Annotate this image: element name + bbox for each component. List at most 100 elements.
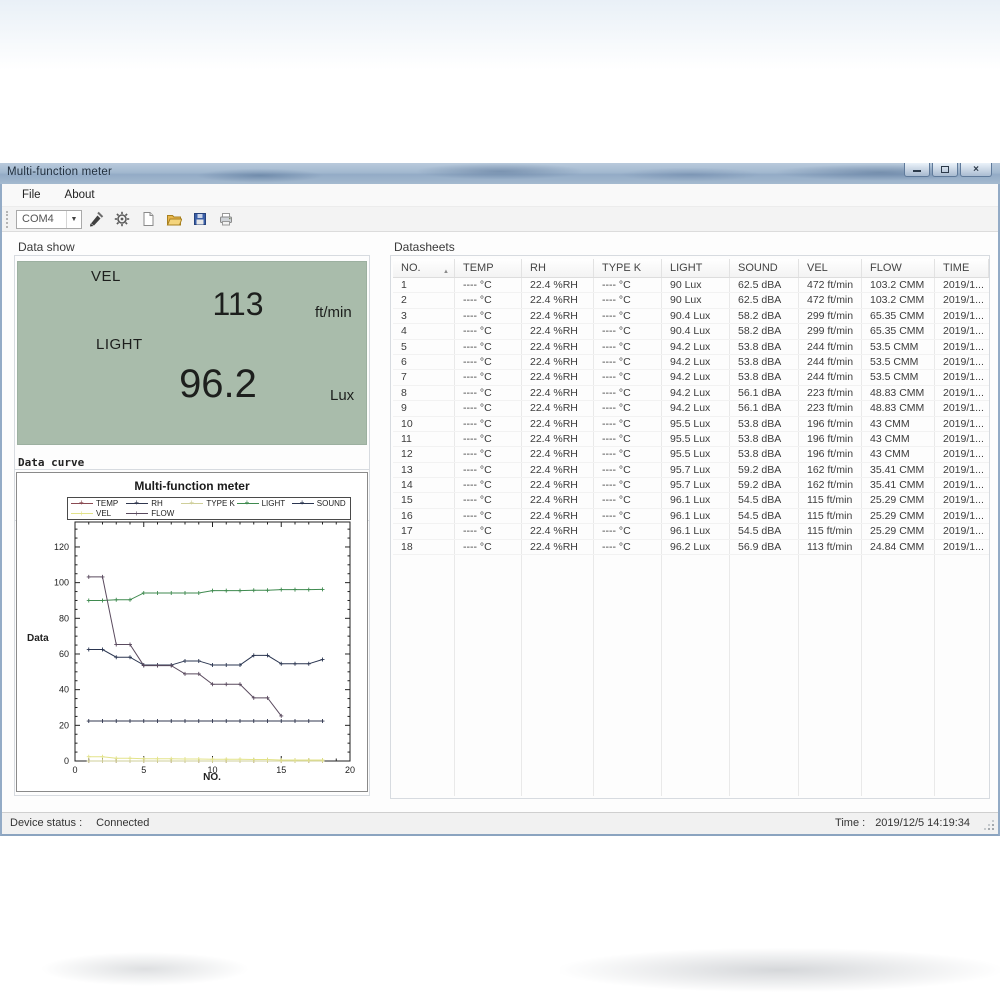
table-cell: ---- °C <box>594 309 662 323</box>
toolbar-grip[interactable] <box>6 211 10 228</box>
svg-text:20: 20 <box>59 720 69 730</box>
chart-plot: 05101520020406080100120 <box>17 473 369 793</box>
window-title: Multi-function meter <box>7 166 112 178</box>
table-row[interactable]: 11---- °C22.4 %RH---- °C95.5 Lux53.8 dBA… <box>393 432 989 447</box>
table-cell: 25.29 CMM <box>862 524 935 538</box>
table-row[interactable]: 2---- °C22.4 %RH---- °C90 Lux62.5 dBA472… <box>393 293 989 308</box>
table-cell: 16 <box>393 509 455 523</box>
table-cell: 53.8 dBA <box>730 355 799 369</box>
table-cell: ---- °C <box>455 463 522 477</box>
svg-text:15: 15 <box>276 765 286 775</box>
table-cell: 162 ft/min <box>799 463 862 477</box>
table-cell: 22.4 %RH <box>522 278 594 292</box>
table-row[interactable]: 3---- °C22.4 %RH---- °C90.4 Lux58.2 dBA2… <box>393 309 989 324</box>
table-row[interactable]: 13---- °C22.4 %RH---- °C95.7 Lux59.2 dBA… <box>393 463 989 478</box>
column-header-time[interactable]: TIME <box>935 259 989 277</box>
table-cell: 96.2 Lux <box>662 540 730 554</box>
time-value: 2019/12/5 14:19:34 <box>875 817 970 829</box>
table-row[interactable]: 18---- °C22.4 %RH---- °C96.2 Lux56.9 dBA… <box>393 540 989 555</box>
table-cell: 95.5 Lux <box>662 417 730 431</box>
plot-frame <box>75 522 350 761</box>
sort-ascending-icon: ▲ <box>443 263 449 277</box>
time-label: Time : <box>835 817 865 829</box>
table-row[interactable]: 7---- °C22.4 %RH---- °C94.2 Lux53.8 dBA2… <box>393 370 989 385</box>
save-button[interactable] <box>188 209 212 230</box>
column-header-temp[interactable]: TEMP <box>455 259 522 277</box>
com-port-select[interactable]: COM4 ▼ <box>16 210 82 229</box>
maximize-button[interactable] <box>932 163 958 177</box>
column-header-no-[interactable]: NO.▲ <box>393 259 455 277</box>
table-cell: 54.5 dBA <box>730 524 799 538</box>
column-header-light[interactable]: LIGHT <box>662 259 730 277</box>
table-row[interactable]: 14---- °C22.4 %RH---- °C95.7 Lux59.2 dBA… <box>393 478 989 493</box>
menu-about[interactable]: About <box>55 186 105 204</box>
menu-file[interactable]: File <box>12 186 51 204</box>
table-cell: 472 ft/min <box>799 293 862 307</box>
legend-item: +RH <box>126 498 181 508</box>
column-header-vel[interactable]: VEL <box>799 259 862 277</box>
table-row[interactable]: 12---- °C22.4 %RH---- °C95.5 Lux53.8 dBA… <box>393 447 989 462</box>
table-cell: ---- °C <box>594 340 662 354</box>
legend-line-sample: + <box>71 513 93 514</box>
table-cell: 53.5 CMM <box>862 340 935 354</box>
table-cell: 96.1 Lux <box>662 524 730 538</box>
legend-line-sample: + <box>237 503 259 504</box>
svg-text:120: 120 <box>54 542 69 552</box>
table-cell: 35.41 CMM <box>862 478 935 492</box>
settings-button[interactable] <box>110 209 134 230</box>
table-row[interactable]: 4---- °C22.4 %RH---- °C90.4 Lux58.2 dBA2… <box>393 324 989 339</box>
minimize-button[interactable] <box>904 163 930 177</box>
table-cell: ---- °C <box>594 293 662 307</box>
lcd-reading-name: VEL <box>91 268 121 285</box>
status-bar: Device status : Connected Time : 2019/12… <box>2 812 998 834</box>
table-cell: 94.2 Lux <box>662 340 730 354</box>
table-cell: 196 ft/min <box>799 417 862 431</box>
table-cell: 472 ft/min <box>799 278 862 292</box>
table-cell: 2019/1... <box>935 386 989 400</box>
table-cell: ---- °C <box>594 417 662 431</box>
table-row[interactable]: 6---- °C22.4 %RH---- °C94.2 Lux53.8 dBA2… <box>393 355 989 370</box>
brush-button[interactable] <box>84 209 108 230</box>
column-header-type-k[interactable]: TYPE K <box>594 259 662 277</box>
table-cell: 113 ft/min <box>799 540 862 554</box>
table-cell: 196 ft/min <box>799 447 862 461</box>
table-row[interactable]: 16---- °C22.4 %RH---- °C96.1 Lux54.5 dBA… <box>393 509 989 524</box>
table-row[interactable]: 1---- °C22.4 %RH---- °C90 Lux62.5 dBA472… <box>393 278 989 293</box>
table-cell: 95.5 Lux <box>662 432 730 446</box>
datasheets-panel: NO.▲TEMPRHTYPE KLIGHTSOUNDVELFLOWTIME 1-… <box>390 255 990 799</box>
resize-grip[interactable] <box>992 828 994 830</box>
table-cell: 59.2 dBA <box>730 478 799 492</box>
legend-label: VEL <box>96 509 111 518</box>
table-cell: 56.1 dBA <box>730 386 799 400</box>
print-button[interactable] <box>214 209 238 230</box>
table-cell: 56.1 dBA <box>730 401 799 415</box>
title-bar: Multi-function meter × <box>0 163 1000 184</box>
table-row[interactable]: 10---- °C22.4 %RH---- °C95.5 Lux53.8 dBA… <box>393 417 989 432</box>
table-cell: 18 <box>393 540 455 554</box>
lcd-display: VEL 113 ft/min LIGHT 96.2 Lux <box>17 261 367 445</box>
open-file-button[interactable] <box>162 209 186 230</box>
table-cell: 95.7 Lux <box>662 478 730 492</box>
table-cell: 22.4 %RH <box>522 540 594 554</box>
column-header-rh[interactable]: RH <box>522 259 594 277</box>
table-row[interactable]: 17---- °C22.4 %RH---- °C96.1 Lux54.5 dBA… <box>393 524 989 539</box>
table-cell: 244 ft/min <box>799 340 862 354</box>
table-cell: ---- °C <box>455 447 522 461</box>
legend-label: TEMP <box>96 499 118 508</box>
close-button[interactable]: × <box>960 163 992 177</box>
table-cell: 48.83 CMM <box>862 401 935 415</box>
table-row[interactable]: 8---- °C22.4 %RH---- °C94.2 Lux56.1 dBA2… <box>393 386 989 401</box>
new-file-button[interactable] <box>136 209 160 230</box>
table-cell: 2019/1... <box>935 432 989 446</box>
table-cell: 2019/1... <box>935 417 989 431</box>
table-cell: ---- °C <box>455 386 522 400</box>
table-row[interactable]: 15---- °C22.4 %RH---- °C96.1 Lux54.5 dBA… <box>393 493 989 508</box>
column-header-flow[interactable]: FLOW <box>862 259 935 277</box>
legend-marker: + <box>189 498 194 508</box>
table-cell: 90 Lux <box>662 278 730 292</box>
table-row[interactable]: 9---- °C22.4 %RH---- °C94.2 Lux56.1 dBA2… <box>393 401 989 416</box>
table-row[interactable]: 5---- °C22.4 %RH---- °C94.2 Lux53.8 dBA2… <box>393 340 989 355</box>
table-cell: 25.29 CMM <box>862 493 935 507</box>
column-header-sound[interactable]: SOUND <box>730 259 799 277</box>
device-status-label: Device status : <box>10 817 82 829</box>
